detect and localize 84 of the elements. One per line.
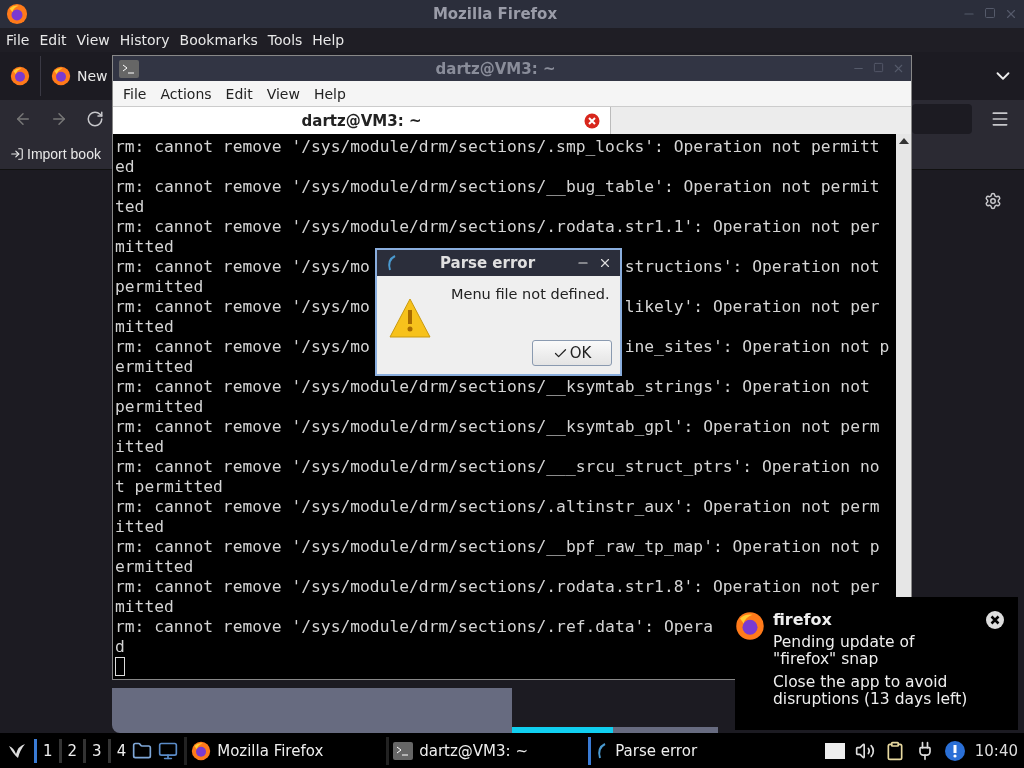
terminal-line: ermitted [115, 557, 194, 576]
terminal-line: rm: cannot remove '/sys/module/drm/sections/__ksymtab_strings': Operation not [115, 377, 870, 396]
menu-item[interactable]: File [6, 32, 30, 48]
notification-text: Close the app to avoid disruptions (13 days left) [773, 674, 969, 708]
terminal-line: d [115, 637, 125, 656]
terminal-line: ed [115, 157, 135, 176]
taskbar-task[interactable]: Mozilla Firefox [184, 736, 381, 765]
desktop-button[interactable]: 1 [34, 738, 53, 763]
terminal-line: rm: cannot remove '/sys/mo [115, 297, 370, 316]
monitor-icon[interactable] [158, 740, 179, 761]
close-icon[interactable] [598, 256, 612, 270]
desktop-button[interactable]: 3 [83, 738, 102, 763]
terminal-line: rm: cannot remove '/sys/module/drm/sections/__ksymtab_gpl': Operation not perm [115, 417, 880, 436]
terminal-tab[interactable]: dartz@VM3: ~ [113, 107, 611, 134]
terminal-line: rm: cannot remove '/sys/module/drm/sections/__bpf_raw_tp_map': Operation not p [115, 537, 880, 556]
menu-item[interactable]: View [76, 32, 110, 48]
menu-item[interactable]: Help [312, 32, 345, 48]
warning-icon [389, 298, 431, 338]
terminal-line: itted [115, 517, 164, 536]
terminal-line: itted [115, 437, 164, 456]
cursor [115, 657, 125, 676]
terminal-line: structions': Operation not [624, 257, 880, 276]
terminal-line: mitted [115, 597, 174, 616]
browser-tab[interactable]: New [40, 56, 108, 96]
file-manager-icon[interactable] [132, 740, 153, 761]
desktop-button[interactable]: 4 [107, 738, 127, 763]
menu-item[interactable]: Actions [160, 85, 212, 102]
terminal-icon [393, 741, 414, 760]
firefox-logo-icon [51, 66, 71, 86]
terminal-line: mitted [115, 237, 174, 256]
taskbar-task[interactable]: dartz@VM3: ~ [386, 736, 583, 765]
firefox-logo-icon [735, 611, 765, 641]
menu-icon[interactable] [990, 109, 1010, 129]
firefox-logo-icon [6, 3, 28, 25]
terminal-line: rm: cannot remove '/sys/module/drm/sections/.rodata.str1.8': Operation not per [115, 577, 880, 596]
menu-item[interactable]: Edit [225, 85, 253, 102]
menu-item[interactable]: File [123, 85, 147, 102]
menu-item[interactable]: Bookmarks [179, 32, 258, 48]
terminal-line: mitted [115, 317, 174, 336]
terminal-line: permitted [115, 277, 204, 296]
firefox-logo-icon [191, 740, 212, 761]
menu-item[interactable]: Edit [39, 32, 67, 48]
window-icon[interactable] [824, 742, 845, 759]
window-title: dartz@VM3: ~ [434, 59, 557, 78]
menu-item[interactable]: Help [313, 85, 346, 102]
forward-icon[interactable] [50, 110, 68, 128]
notification-app: firefox [773, 611, 833, 628]
terminal-line: permitted [115, 397, 204, 416]
settings-icon[interactable] [984, 192, 1002, 210]
notification-text: Pending update of "firefox" snap [773, 634, 916, 668]
clock: 10:40 [974, 741, 1018, 760]
ok-button[interactable]: OK [532, 340, 612, 366]
terminal-line: rm: cannot remove '/sys/mo [115, 257, 370, 276]
reload-icon[interactable] [86, 110, 104, 128]
speaker-icon[interactable] [854, 740, 875, 761]
menu-item[interactable]: View [266, 85, 300, 102]
window-title: Mozilla Firefox [431, 5, 559, 23]
terminal-line: ine_sites': Operation not p [624, 337, 890, 356]
terminal-line: rm: cannot remove '/sys/module/drm/sections/.ref.data': Opera [115, 617, 713, 636]
terminal-line: likely': Operation not per [624, 297, 880, 316]
import-icon [10, 146, 24, 161]
terminal-line: rm: cannot remove '/sys/module/drm/sections/.altinstr_aux': Operation not perm [115, 497, 880, 516]
terminal-line: ermitted [115, 357, 194, 376]
terminal-line: t permitted [115, 477, 223, 496]
taskbar-task[interactable]: Parse error [588, 736, 785, 765]
terminal-line: rm: cannot remove '/sys/module/drm/sections/__bug_table': Operation not permit [115, 177, 880, 196]
back-icon[interactable] [14, 110, 32, 128]
dialog-title: Parse error [438, 254, 537, 272]
terminal-line: rm: cannot remove '/sys/mo [115, 337, 370, 356]
import-bookmarks-button[interactable]: Import book [10, 145, 101, 162]
terminal-line: ted [115, 197, 145, 216]
terminal-icon [119, 59, 139, 78]
info-icon[interactable] [944, 740, 965, 761]
menu-item[interactable]: History [119, 32, 170, 48]
firefox-logo-icon [10, 66, 30, 86]
desktop-button[interactable]: 2 [58, 738, 78, 763]
terminal-line: rm: cannot remove '/sys/module/drm/sections/___srcu_struct_ptrs': Operation no [115, 457, 880, 476]
terminal-line: rm: cannot remove '/sys/module/drm/sections/.smp_locks': Operation not permitt [115, 137, 880, 156]
close-icon[interactable] [986, 611, 1004, 629]
close-tab-icon[interactable] [584, 113, 600, 129]
url-field[interactable] [912, 104, 972, 134]
terminal-line: rm: cannot remove '/sys/module/drm/sections/.rodata.str1.1': Operation not per [115, 217, 880, 236]
menu-item[interactable]: Tools [267, 32, 303, 48]
dialog-message: Menu file not defined. [451, 286, 611, 304]
